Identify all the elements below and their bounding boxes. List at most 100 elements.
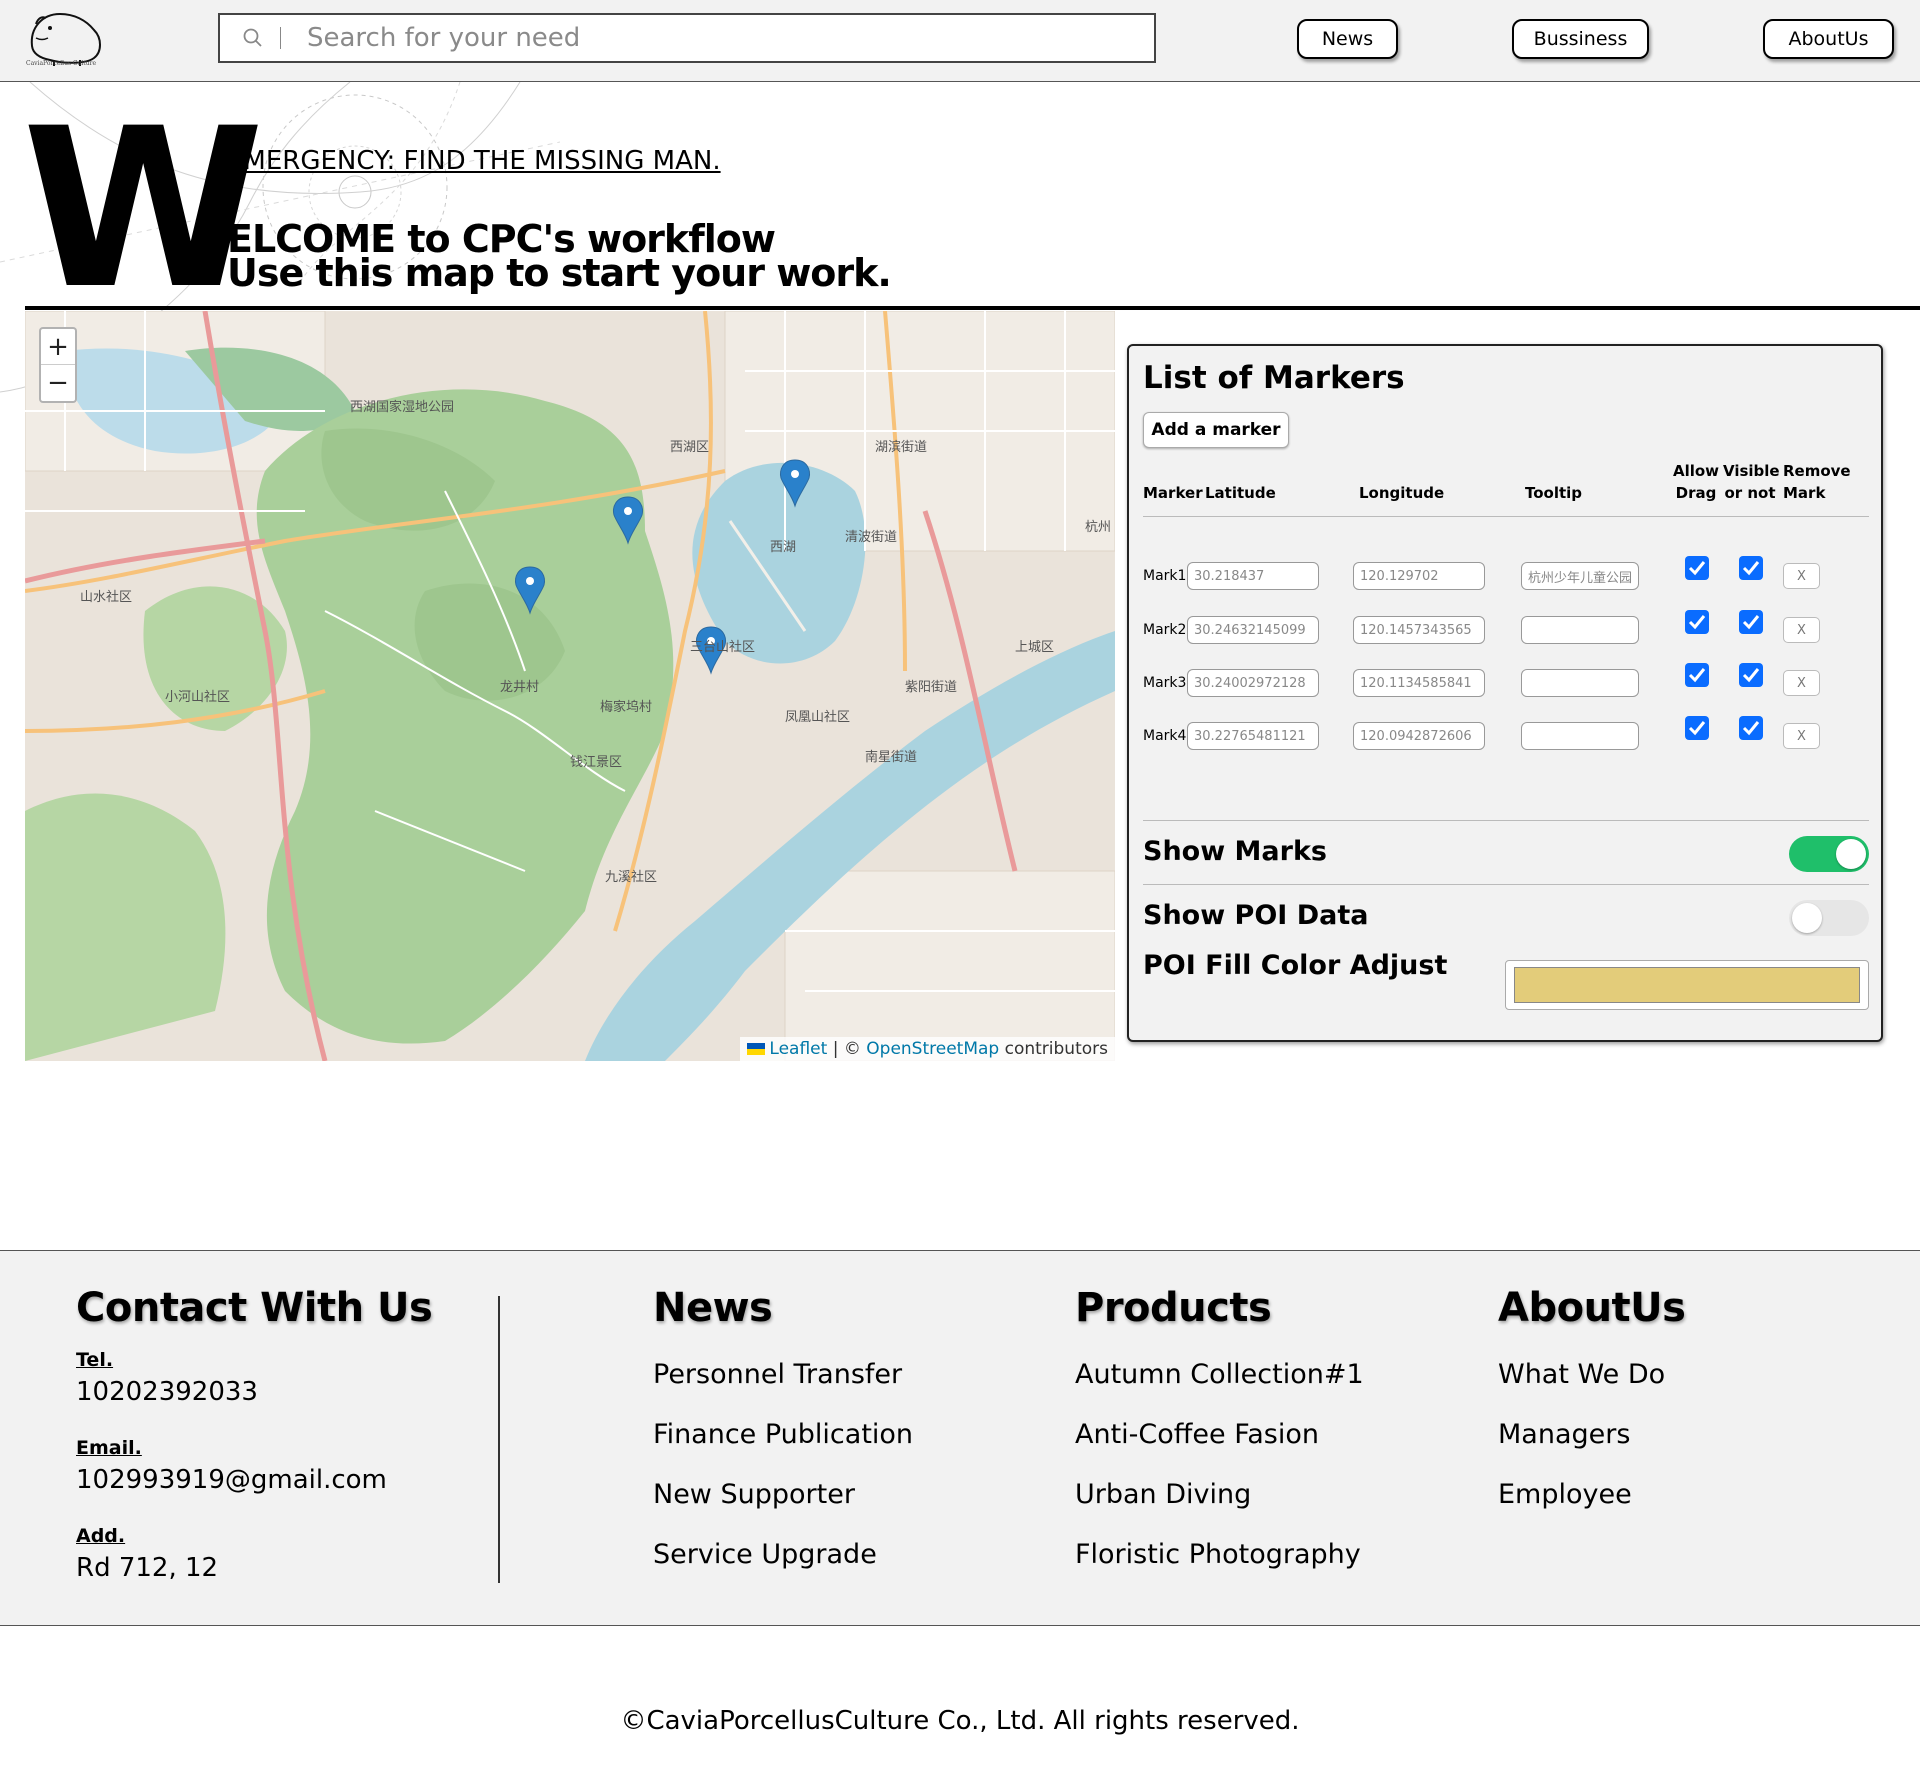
footer-link[interactable]: Service Upgrade [653, 1539, 877, 1570]
hero-big-letter: W [22, 81, 265, 337]
footer-link[interactable]: Urban Diving [1075, 1479, 1251, 1510]
leaflet-link[interactable]: Leaflet [769, 1039, 827, 1059]
footer-link[interactable]: Managers [1498, 1419, 1630, 1450]
map-label: 清波街道 [845, 530, 897, 545]
longitude-input[interactable] [1353, 722, 1485, 750]
map-label: 上城区 [1015, 640, 1054, 655]
poi-color-swatch[interactable] [1514, 967, 1860, 1003]
latitude-input[interactable] [1187, 616, 1319, 644]
marker-label: Mark2 [1143, 622, 1187, 638]
show-poi-toggle[interactable] [1789, 900, 1869, 936]
checkmark-icon [1742, 561, 1760, 576]
ukraine-flag-icon [747, 1043, 766, 1055]
poi-color-label: POI Fill Color Adjust [1143, 950, 1448, 981]
footer-link[interactable]: Employee [1498, 1479, 1632, 1510]
hero-divider [25, 306, 1920, 310]
contact-heading: Contact With Us [76, 1285, 433, 1331]
allow-drag-checkbox[interactable] [1685, 716, 1709, 740]
map-label: 龙井村 [500, 680, 539, 695]
map-label: 西湖 [770, 540, 796, 555]
zoom-out-button[interactable]: − [41, 365, 75, 401]
tooltip-input[interactable] [1521, 669, 1639, 697]
marker-label: Mark1 [1143, 568, 1187, 584]
news-heading: News [653, 1285, 773, 1331]
col-header-longitude: Longitude [1359, 484, 1445, 502]
longitude-input[interactable] [1353, 616, 1485, 644]
footer-link[interactable]: Floristic Photography [1075, 1539, 1361, 1570]
footer-link[interactable]: New Supporter [653, 1479, 855, 1510]
checkmark-icon [1688, 561, 1706, 576]
nav-aboutus-button[interactable]: AboutUs [1763, 19, 1894, 59]
map-label: 凤凰山社区 [785, 709, 850, 725]
col-header-latitude: Latitude [1205, 484, 1276, 502]
attribution-suffix: contributors [1004, 1039, 1108, 1059]
col-header-remove-line1: Remove [1783, 462, 1851, 480]
search-input[interactable] [307, 23, 1107, 53]
poi-color-picker[interactable] [1505, 960, 1869, 1010]
col-header-allow-drag-line2: Drag [1675, 484, 1717, 502]
show-marks-toggle[interactable] [1789, 836, 1869, 872]
checkmark-icon [1742, 721, 1760, 736]
search-icon [243, 28, 262, 47]
add-marker-button[interactable]: Add a marker [1143, 412, 1289, 448]
visible-checkbox[interactable] [1739, 556, 1763, 580]
nav-business-button[interactable]: Bussiness [1512, 19, 1649, 59]
map-label: 梅家坞村 [600, 699, 652, 715]
map-label: 三台山社区 [690, 639, 755, 655]
checkmark-icon [1688, 615, 1706, 630]
remove-marker-button[interactable]: X [1783, 670, 1820, 696]
longitude-input[interactable] [1353, 669, 1485, 697]
toggle-knob [1792, 903, 1822, 933]
visible-checkbox[interactable] [1739, 610, 1763, 634]
tooltip-input[interactable] [1521, 722, 1639, 750]
col-header-allow-drag-line1: Allow [1672, 462, 1720, 480]
col-header-visible-line1: Visible [1723, 462, 1780, 480]
map-tiles[interactable]: 西湖区 西湖 杭州 上城区 龙井村 钱江景区 西湖国家湿地公园 三台山社区 九溪… [25, 311, 1115, 1061]
tooltip-input[interactable] [1521, 562, 1639, 590]
latitude-input[interactable] [1187, 669, 1319, 697]
tooltip-input[interactable] [1521, 616, 1639, 644]
longitude-input[interactable] [1353, 562, 1485, 590]
map-label: 西湖国家湿地公园 [350, 399, 454, 415]
allow-drag-checkbox[interactable] [1685, 663, 1709, 687]
zoom-in-button[interactable]: + [41, 329, 75, 365]
footer-link[interactable]: Personnel Transfer [653, 1359, 902, 1390]
checkmark-icon [1688, 721, 1706, 736]
remove-marker-button[interactable]: X [1783, 617, 1820, 643]
allow-drag-checkbox[interactable] [1685, 610, 1709, 634]
remove-marker-button[interactable]: X [1783, 563, 1820, 589]
map-label: 九溪社区 [605, 869, 657, 885]
footer-link[interactable]: Anti-Coffee Fasion [1075, 1419, 1319, 1450]
map-label: 山水社区 [80, 589, 132, 605]
map-label: 钱江景区 [570, 755, 622, 770]
openstreetmap-link[interactable]: OpenStreetMap [866, 1039, 999, 1059]
col-header-marker: Marker [1143, 484, 1203, 502]
nav-news-button[interactable]: News [1297, 19, 1398, 59]
latitude-input[interactable] [1187, 562, 1319, 590]
col-header-visible-line2: or not [1724, 484, 1776, 502]
search-bar[interactable] [218, 13, 1156, 63]
visible-checkbox[interactable] [1739, 663, 1763, 687]
map-view[interactable]: 西湖区 西湖 杭州 上城区 龙井村 钱江景区 西湖国家湿地公园 三台山社区 九溪… [25, 311, 1115, 1061]
footer-link[interactable]: What We Do [1498, 1359, 1665, 1390]
tel-label: Tel. [76, 1349, 114, 1371]
tel-value: 10202392033 [76, 1377, 258, 1407]
table-header-rule [1143, 516, 1869, 517]
address-label: Add. [76, 1525, 126, 1547]
map-label: 紫阳街道 [905, 680, 957, 695]
col-header-tooltip: Tooltip [1525, 484, 1583, 502]
footer-link[interactable]: Finance Publication [653, 1419, 913, 1450]
remove-marker-button[interactable]: X [1783, 723, 1820, 749]
emergency-link[interactable]: EMERGENCY: FIND THE MISSING MAN. [227, 146, 721, 176]
marker-label: Mark4 [1143, 728, 1187, 744]
search-divider [280, 27, 281, 49]
welcome-heading: ELCOME to CPC's workflow Use this map to… [227, 220, 892, 292]
marker-label: Mark3 [1143, 675, 1187, 691]
visible-checkbox[interactable] [1739, 716, 1763, 740]
footer-link[interactable]: Autumn Collection#1 [1075, 1359, 1364, 1390]
zoom-control: + − [39, 327, 77, 403]
allow-drag-checkbox[interactable] [1685, 556, 1709, 580]
checkmark-icon [1742, 615, 1760, 630]
latitude-input[interactable] [1187, 722, 1319, 750]
col-header-remove: Remove Mark [1783, 460, 1851, 504]
